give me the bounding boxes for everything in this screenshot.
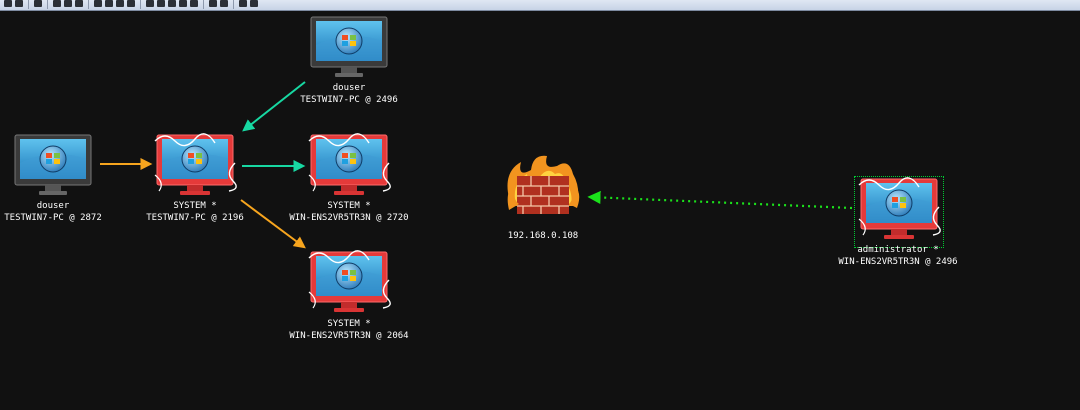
firewall-address: 192.168.0.108 — [507, 231, 579, 241]
node-host: TESTWIN7-PC @ 2872 — [4, 213, 102, 223]
monitor-idle-icon[interactable] — [14, 134, 92, 196]
node-host: TESTWIN7-PC @ 2496 — [300, 95, 398, 105]
node-label-fw: 192.168.0.108 — [508, 230, 578, 242]
edge-n3-n2 — [242, 81, 306, 132]
node-user: SYSTEM * — [327, 319, 371, 329]
node-host: WIN-ENS2VR5TR3N @ 2496 — [838, 257, 958, 267]
node-host: WIN-ENS2VR5TR3N @ 2720 — [289, 213, 409, 223]
node-label-n3: douser TESTWIN7-PC @ 2496 — [300, 82, 398, 106]
selection-box — [854, 176, 944, 248]
monitor-compromised-icon[interactable] — [308, 133, 391, 196]
monitor-idle-icon[interactable] — [310, 16, 388, 78]
node-user: administrator * — [857, 245, 939, 255]
monitor-compromised-icon[interactable] — [308, 250, 391, 313]
node-label-n4: SYSTEM * WIN-ENS2VR5TR3N @ 2720 — [289, 200, 408, 224]
node-user: douser — [332, 83, 366, 93]
node-host: WIN-ENS2VR5TR3N @ 2064 — [289, 331, 409, 341]
node-label-n2: SYSTEM * TESTWIN7-PC @ 2196 — [146, 200, 244, 224]
node-label-n5: SYSTEM * WIN-ENS2VR5TR3N @ 2064 — [289, 318, 408, 342]
monitor-compromised-icon[interactable] — [154, 133, 237, 196]
node-user: douser — [36, 201, 70, 211]
node-host: TESTWIN7-PC @ 2196 — [146, 213, 244, 223]
firewall-icon[interactable] — [506, 155, 580, 215]
node-user: SYSTEM * — [327, 201, 371, 211]
node-user: SYSTEM * — [173, 201, 217, 211]
edge-n6-fw — [587, 190, 853, 210]
node-label-n1: douser TESTWIN7-PC @ 2872 — [4, 200, 102, 224]
node-label-n6: administrator * WIN-ENS2VR5TR3N @ 2496 — [838, 244, 957, 268]
